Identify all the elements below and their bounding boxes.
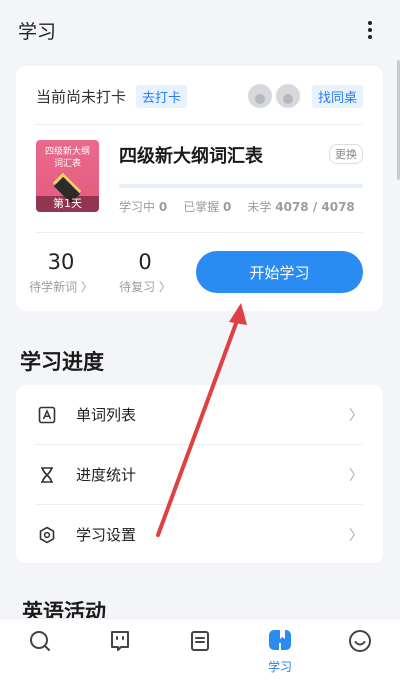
stat-unlearned: 未学 4078 / 4078 bbox=[247, 200, 355, 214]
tab-notes[interactable] bbox=[160, 619, 240, 657]
tab-label: 学习 bbox=[267, 660, 292, 674]
notes-icon bbox=[188, 629, 212, 657]
smiley-icon bbox=[348, 629, 372, 657]
change-book-button[interactable]: 更换 bbox=[329, 144, 363, 164]
chat-face-icon bbox=[108, 629, 132, 657]
menu-item-label: 进度统计 bbox=[76, 466, 137, 484]
tab-profile[interactable] bbox=[320, 619, 400, 657]
start-learning-button[interactable]: 开始学习 bbox=[196, 251, 363, 293]
new-words-label: 待学新词 〉 bbox=[29, 280, 93, 294]
menu-item-progress-stats[interactable]: 进度统计 〉 bbox=[16, 445, 383, 504]
divider bbox=[36, 232, 363, 233]
book-progress-bar bbox=[119, 184, 363, 188]
hourglass-icon bbox=[36, 464, 58, 486]
checkin-row: 当前尚未打卡 去打卡 找同桌 bbox=[36, 80, 363, 112]
study-card: 当前尚未打卡 去打卡 找同桌 四级新大纲 词汇表 第1天 四级新大纲词汇表 更换… bbox=[16, 66, 383, 311]
deskmate-avatars[interactable] bbox=[244, 84, 300, 108]
checkin-button[interactable]: 去打卡 bbox=[136, 84, 188, 108]
book-cover-title: 四级新大纲 词汇表 bbox=[44, 147, 90, 169]
search-icon bbox=[28, 629, 52, 657]
new-words-count[interactable]: 30 待学新词 〉 bbox=[21, 250, 101, 295]
review-value: 0 bbox=[138, 250, 152, 274]
section-title-progress: 学习进度 bbox=[20, 350, 104, 374]
find-deskmate-button[interactable]: 找同桌 bbox=[311, 84, 363, 108]
word-list-icon bbox=[36, 404, 58, 426]
settings-hexagon-icon bbox=[36, 524, 58, 546]
avatar bbox=[275, 84, 300, 108]
top-bar: 学习 bbox=[0, 0, 400, 60]
menu-item-word-list[interactable]: 单词列表 〉 bbox=[16, 385, 383, 444]
chevron-right-icon: 〉 bbox=[349, 527, 363, 544]
new-words-value: 30 bbox=[47, 250, 75, 274]
tab-chat[interactable] bbox=[80, 619, 160, 657]
more-vertical-icon[interactable] bbox=[358, 18, 382, 42]
progress-menu: 单词列表 〉 进度统计 〉 学习设置 〉 bbox=[16, 385, 383, 563]
tab-study[interactable]: 学习 bbox=[240, 619, 320, 675]
menu-item-label: 单词列表 bbox=[76, 406, 137, 424]
book-icon bbox=[268, 629, 292, 657]
avatar bbox=[247, 84, 272, 108]
chevron-right-icon: 〉 bbox=[349, 407, 363, 424]
stat-mastered: 已掌握 0 bbox=[183, 200, 232, 214]
menu-item-label: 学习设置 bbox=[76, 526, 137, 544]
review-label: 待复习 〉 bbox=[119, 280, 171, 294]
page-title: 学习 bbox=[18, 20, 57, 43]
bottom-tab-bar: 学习 bbox=[0, 618, 400, 681]
book-cover-day: 第1天 bbox=[36, 196, 99, 212]
checkin-status: 当前尚未打卡 bbox=[36, 87, 127, 106]
book-stats: 学习中 0 已掌握 0 未学 4078 / 4078 bbox=[119, 198, 355, 215]
chevron-right-icon: 〉 bbox=[349, 467, 363, 484]
stat-learning: 学习中 0 bbox=[119, 200, 168, 214]
review-count[interactable]: 0 待复习 〉 bbox=[105, 250, 185, 295]
book-cover[interactable]: 四级新大纲 词汇表 第1天 bbox=[36, 140, 99, 212]
book-name: 四级新大纲词汇表 bbox=[119, 146, 263, 167]
menu-item-study-settings[interactable]: 学习设置 〉 bbox=[16, 505, 383, 564]
divider bbox=[36, 124, 363, 125]
tab-search[interactable] bbox=[0, 619, 80, 657]
